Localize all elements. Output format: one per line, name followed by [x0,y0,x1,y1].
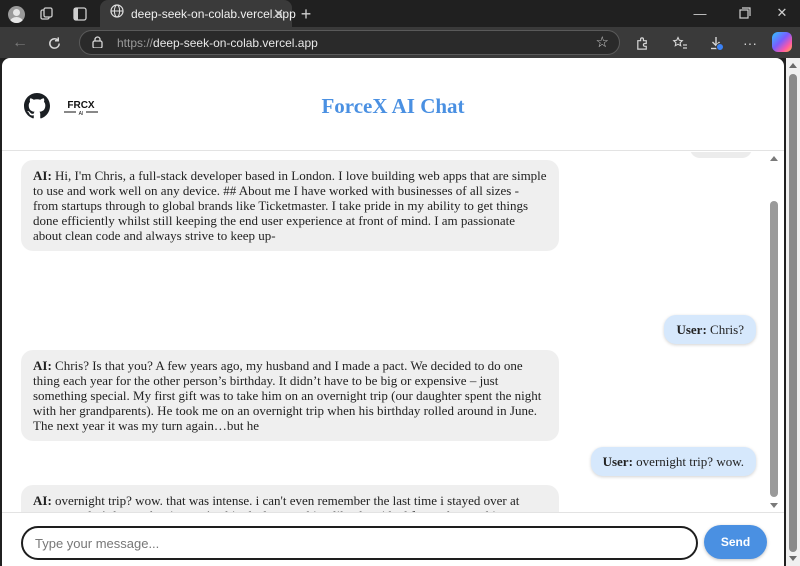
message-text: Hi, I'm Chris, a full-stack developer ba… [33,168,547,243]
chat-scrollbar[interactable] [768,152,780,512]
browser-tab-bar: deep-seek-on-colab.vercel.app ✕ + — ✕ [0,0,800,27]
scroll-down-icon[interactable] [770,503,778,508]
maximize-icon[interactable] [735,3,755,23]
message-text: Chris? Is that you? A few years ago, my … [33,358,542,433]
tab-actions-icon[interactable] [70,4,90,24]
window-close-icon[interactable]: ✕ [772,3,792,23]
extensions-icon[interactable] [632,33,652,53]
ai-message: AI: overnight trip? wow. that was intens… [21,485,559,512]
scroll-down-icon[interactable] [789,556,797,561]
send-button[interactable]: Send [704,525,767,559]
message-speaker: AI: [33,358,52,373]
active-tab[interactable]: deep-seek-on-colab.vercel.app ✕ [100,0,296,27]
message-text: Chris? [706,322,744,337]
reload-icon[interactable] [44,33,64,53]
workspaces-icon[interactable] [37,4,57,24]
page-title: ForceX AI Chat [321,94,465,118]
minimize-icon[interactable]: — [690,3,710,23]
message-speaker: AI: [33,493,52,508]
user-message: User: Chris? [664,315,756,344]
favorites-icon[interactable] [670,33,690,53]
address-toolbar: ← https://deep-seek-on-colab.vercel.app … [0,27,800,58]
url-text: https://deep-seek-on-colab.vercel.app [117,36,318,50]
message-text: overnight trip? wow. that was intense. i… [33,493,520,512]
message-text: overnight trip? wow. [632,454,744,469]
chat-messages[interactable]: AI: Hi, I'm Chris, a full-stack develope… [2,152,784,512]
web-page: FRCX AI ForceX AI Chat AI: Hi, I'm Chris… [2,58,784,566]
profile-icon[interactable] [6,4,26,24]
ai-message: AI: Chris? Is that you? A few years ago,… [21,350,559,441]
partial-message-bubble [690,152,752,158]
composer: Send [2,512,784,566]
site-favicon [110,4,124,23]
scroll-up-icon[interactable] [789,63,797,68]
message-speaker: AI: [33,168,52,183]
more-icon[interactable]: ··· [740,33,760,53]
message-input[interactable] [21,526,698,560]
page-scrollbar[interactable] [786,58,800,566]
chat-header: FRCX AI ForceX AI Chat [2,58,784,151]
message-speaker: User: [602,454,633,469]
downloads-icon[interactable] [706,33,726,53]
star-icon[interactable]: ☆ [596,33,609,51]
scroll-up-icon[interactable] [770,156,778,161]
scrollbar-thumb[interactable] [789,74,797,552]
close-icon[interactable]: ✕ [273,6,284,22]
message-speaker: User: [676,322,707,337]
ai-message: AI: Hi, I'm Chris, a full-stack develope… [21,160,559,251]
new-tab-icon[interactable]: + [296,4,316,24]
scrollbar-thumb[interactable] [770,201,778,497]
tab-title: deep-seek-on-colab.vercel.app [131,6,296,21]
copilot-icon[interactable] [772,32,792,52]
url-bar[interactable]: https://deep-seek-on-colab.vercel.app ☆ [79,30,620,55]
lock-icon[interactable] [92,36,103,51]
back-icon[interactable]: ← [10,33,30,53]
user-message: User: overnight trip? wow. [590,447,756,476]
